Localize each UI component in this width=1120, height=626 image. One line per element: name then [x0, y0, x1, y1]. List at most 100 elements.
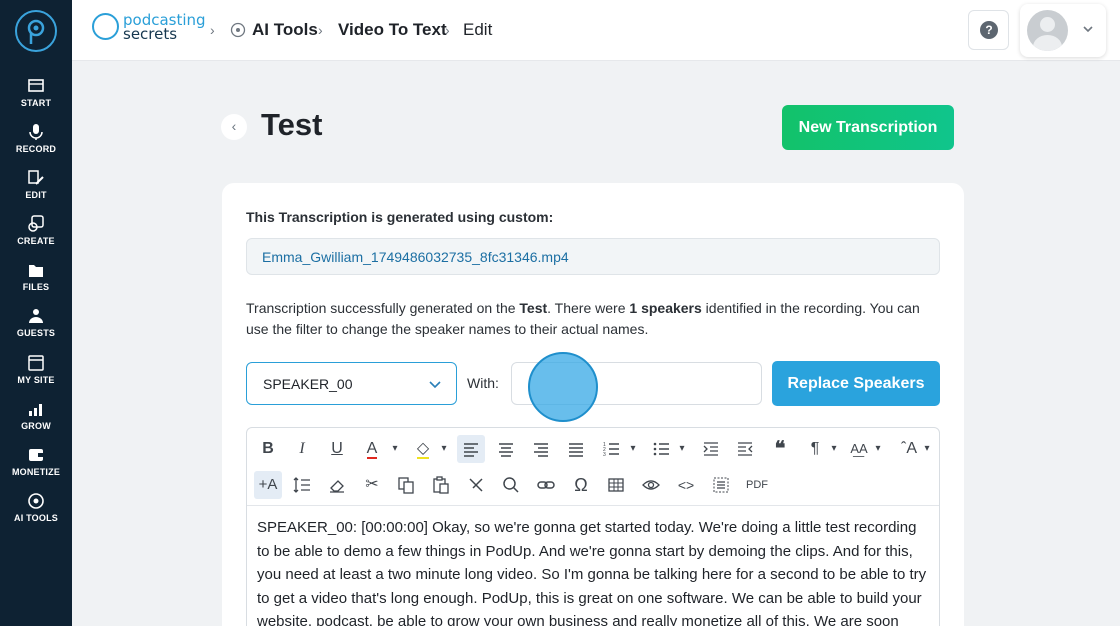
chevron-left-icon: ‹: [231, 118, 237, 134]
chevron-down-icon[interactable]: ▾: [381, 435, 409, 463]
sidebar-item-label: GUESTS: [16, 328, 56, 338]
align-center-icon[interactable]: [492, 435, 520, 463]
code-view-icon[interactable]: <>: [672, 471, 700, 499]
breadcrumb-chevron-icon: ›: [318, 22, 323, 38]
sidebar-item-grow[interactable]: GROW: [0, 400, 72, 431]
transcript-content[interactable]: SPEAKER_00: [00:00:00] Okay, so we're go…: [257, 516, 933, 626]
description: Transcription successfully generated on …: [246, 298, 936, 340]
chevron-down-icon[interactable]: ▾: [913, 435, 939, 463]
sidebar-item-label: GROW: [21, 421, 51, 431]
top-bar: podcasting secrets › AI Tools › Video To…: [72, 0, 1120, 61]
with-label: With:: [467, 375, 499, 391]
files-icon: [29, 265, 43, 277]
speaker-select-value: SPEAKER_00: [263, 376, 353, 392]
sidebar-item-my-site[interactable]: MY SITE: [0, 354, 72, 385]
avatar: [1027, 10, 1068, 51]
monetize-icon: [29, 449, 43, 461]
line-height-icon[interactable]: [288, 471, 316, 499]
help-button[interactable]: ?: [968, 10, 1009, 50]
special-character-icon[interactable]: Ω: [567, 471, 595, 499]
file-name: Emma_Gwilliam_1749486032735_8fc31346.mp4: [262, 249, 569, 265]
back-button[interactable]: ‹: [221, 114, 247, 140]
align-left-icon[interactable]: [457, 435, 485, 463]
breadcrumb-video-to-text[interactable]: Video To Text: [338, 20, 447, 40]
chevron-down-icon: [429, 381, 441, 389]
outdent-icon[interactable]: [731, 435, 759, 463]
new-transcription-button[interactable]: New Transcription: [782, 105, 954, 150]
sidebar-item-label: AI TOOLS: [14, 513, 58, 523]
microphone-icon: [29, 124, 43, 140]
breadcrumb-chevron-icon: ›: [210, 22, 215, 38]
sidebar-item-edit[interactable]: EDIT: [0, 169, 72, 200]
breadcrumb-edit: Edit: [463, 20, 493, 39]
help-icon: ?: [980, 21, 998, 39]
start-icon: [28, 79, 44, 92]
desc-prefix: Transcription successfully generated on …: [246, 300, 520, 316]
transcription-card: This Transcription is generated using cu…: [222, 183, 964, 626]
chevron-down-icon[interactable]: ▾: [619, 435, 647, 463]
chevron-down-icon[interactable]: ▾: [668, 435, 696, 463]
sidebar-item-monetize[interactable]: MONETIZE: [0, 446, 72, 477]
chevron-down-icon: [1083, 26, 1093, 33]
sidebar-item-record[interactable]: RECORD: [0, 123, 72, 154]
sidebar-item-label: MY SITE: [17, 375, 55, 385]
underline-icon[interactable]: U: [323, 435, 351, 463]
sidebar-item-label: MONETIZE: [11, 467, 61, 477]
sidebar-item-label: RECORD: [15, 144, 57, 154]
editor-toolbar: B I U A ▾ ◇ ▾ 123 ▾ ▾ ❝ ¶ ▾ A͟A ▾ ˆA ▾ +…: [247, 428, 939, 506]
italic-icon[interactable]: I: [288, 435, 316, 463]
bold-icon[interactable]: B: [254, 435, 282, 463]
replace-speakers-button[interactable]: Replace Speakers: [772, 361, 940, 406]
desc-name: Test: [519, 300, 548, 316]
create-icon: [28, 215, 44, 232]
link-icon[interactable]: [532, 471, 560, 499]
select-all-icon[interactable]: [707, 471, 735, 499]
ai-tools-icon: [28, 493, 44, 509]
eraser-icon[interactable]: [323, 471, 351, 499]
paste-icon[interactable]: [427, 471, 455, 499]
indent-icon[interactable]: [697, 435, 725, 463]
remove-format-icon[interactable]: [462, 471, 490, 499]
app-logo[interactable]: [15, 10, 57, 52]
blockquote-icon[interactable]: ❝: [766, 435, 794, 463]
sidebar: START RECORD EDIT CREATE FILES GUESTS MY…: [0, 0, 72, 626]
sidebar-item-create[interactable]: CREATE: [0, 215, 72, 246]
sidebar-item-label: START: [20, 98, 52, 108]
ai-tools-crumb-icon: [230, 22, 246, 38]
clear-format-icon[interactable]: +A: [254, 471, 282, 499]
sidebar-item-label: FILES: [22, 282, 50, 292]
desc-speakers: 1 speakers: [629, 300, 702, 316]
svg-text:3: 3: [603, 452, 606, 458]
breadcrumb-ai-tools[interactable]: AI Tools: [252, 20, 318, 40]
sidebar-item-files[interactable]: FILES: [0, 261, 72, 292]
chevron-down-icon[interactable]: ▾: [864, 435, 892, 463]
edit-icon: [28, 170, 44, 185]
guests-icon: [29, 309, 43, 323]
desc-mid: . There were: [547, 300, 630, 316]
sidebar-item-start[interactable]: START: [0, 77, 72, 108]
preview-eye-icon[interactable]: [637, 471, 665, 499]
sidebar-item-ai-tools[interactable]: AI TOOLS: [0, 492, 72, 523]
brand-mic-icon: [92, 13, 119, 40]
cut-icon[interactable]: ✂: [358, 471, 386, 499]
click-indicator: [528, 352, 598, 422]
copy-icon[interactable]: [392, 471, 420, 499]
user-menu-button[interactable]: [1020, 4, 1106, 57]
sidebar-item-label: CREATE: [17, 236, 55, 246]
chevron-down-icon[interactable]: ▾: [820, 435, 848, 463]
brand-line2: secrets: [123, 25, 178, 43]
chevron-down-icon[interactable]: ▾: [430, 435, 458, 463]
brand-logo[interactable]: podcasting secrets: [92, 11, 206, 43]
sidebar-item-guests[interactable]: GUESTS: [0, 307, 72, 338]
search-icon[interactable]: [497, 471, 525, 499]
rich-text-editor[interactable]: B I U A ▾ ◇ ▾ 123 ▾ ▾ ❝ ¶ ▾ A͟A ▾ ˆA ▾ +…: [246, 427, 940, 626]
align-justify-icon[interactable]: [562, 435, 590, 463]
pdf-export-button[interactable]: PDF: [739, 471, 775, 499]
speaker-select[interactable]: SPEAKER_00: [246, 362, 457, 405]
custom-label: This Transcription is generated using cu…: [246, 209, 554, 225]
site-icon: [28, 355, 44, 371]
table-icon[interactable]: [602, 471, 630, 499]
align-right-icon[interactable]: [527, 435, 555, 463]
page-title: Test: [261, 107, 323, 142]
sidebar-item-label: EDIT: [25, 190, 47, 200]
